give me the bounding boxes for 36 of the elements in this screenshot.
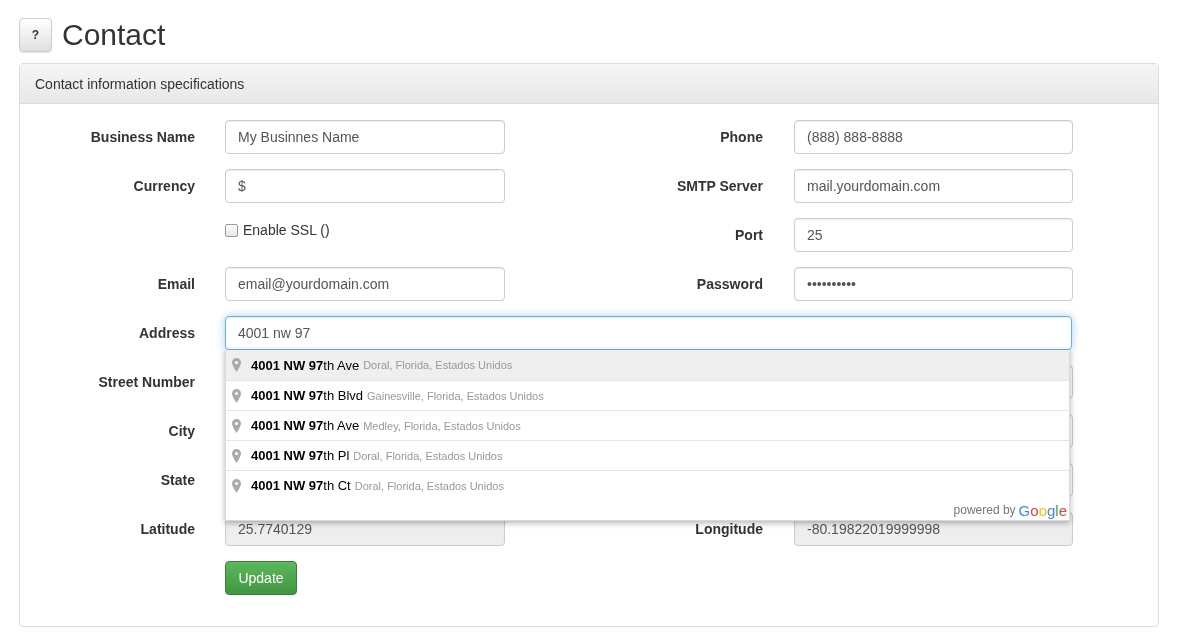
text-field[interactable]: •••••••••• — [794, 267, 1073, 301]
field-label: Email — [156, 275, 195, 294]
address-field[interactable]: 4001 nw 97 — [225, 316, 1072, 350]
map-pin-icon — [232, 478, 241, 493]
text-field[interactable]: 25 — [794, 218, 1073, 252]
suggestion-item[interactable]: 4001 NW 97th Blvd Gainesville, Florida, Estados Unidos — [226, 380, 1069, 410]
field-label: SMTP Server — [675, 177, 763, 196]
text-field[interactable]: mail.yourdomain.com — [794, 169, 1073, 203]
field-label: Street Number — [97, 373, 195, 392]
suggestion-item[interactable]: 4001 NW 97th Ave Medley, Florida, Estados Unidos — [226, 410, 1069, 440]
field-label: Address — [137, 324, 195, 343]
map-pin-icon — [232, 388, 241, 403]
text-field[interactable]: My Businnes Name — [225, 120, 505, 154]
text-field[interactable]: $ — [225, 169, 505, 203]
field-label: City — [167, 422, 195, 441]
text-field[interactable]: email@yourdomain.com — [225, 267, 505, 301]
field-label: Currency — [132, 177, 195, 196]
checkbox-label: Enable SSL () — [243, 222, 330, 238]
field-label: Port — [734, 226, 763, 245]
map-pin-icon — [232, 418, 241, 433]
field-label: State — [159, 471, 195, 490]
checkbox[interactable] — [225, 223, 238, 237]
suggestion-item[interactable]: 4001 NW 97th Pl Doral, Florida, Estados Unidos — [226, 440, 1069, 470]
help-button[interactable]: ? — [19, 18, 52, 52]
page-title: Contact — [62, 18, 166, 52]
field-label: Latitude — [139, 520, 195, 539]
map-pin-icon — [232, 358, 241, 372]
field-label: Longitude — [694, 520, 763, 539]
field-label: Password — [695, 275, 763, 294]
field-label: Business Name — [89, 128, 195, 147]
field-label: Phone — [719, 128, 763, 147]
suggestion-item[interactable]: 4001 NW 97th Ct Doral, Florida, Estados Unidos — [226, 470, 1069, 500]
panel-heading: Contact information specifications — [20, 64, 1158, 104]
map-pin-icon — [232, 448, 241, 463]
text-field[interactable]: (888) 888-8888 — [794, 120, 1073, 154]
suggestion-item[interactable]: 4001 NW 97th Ave Doral, Florida, Estados Unidos — [226, 350, 1069, 380]
